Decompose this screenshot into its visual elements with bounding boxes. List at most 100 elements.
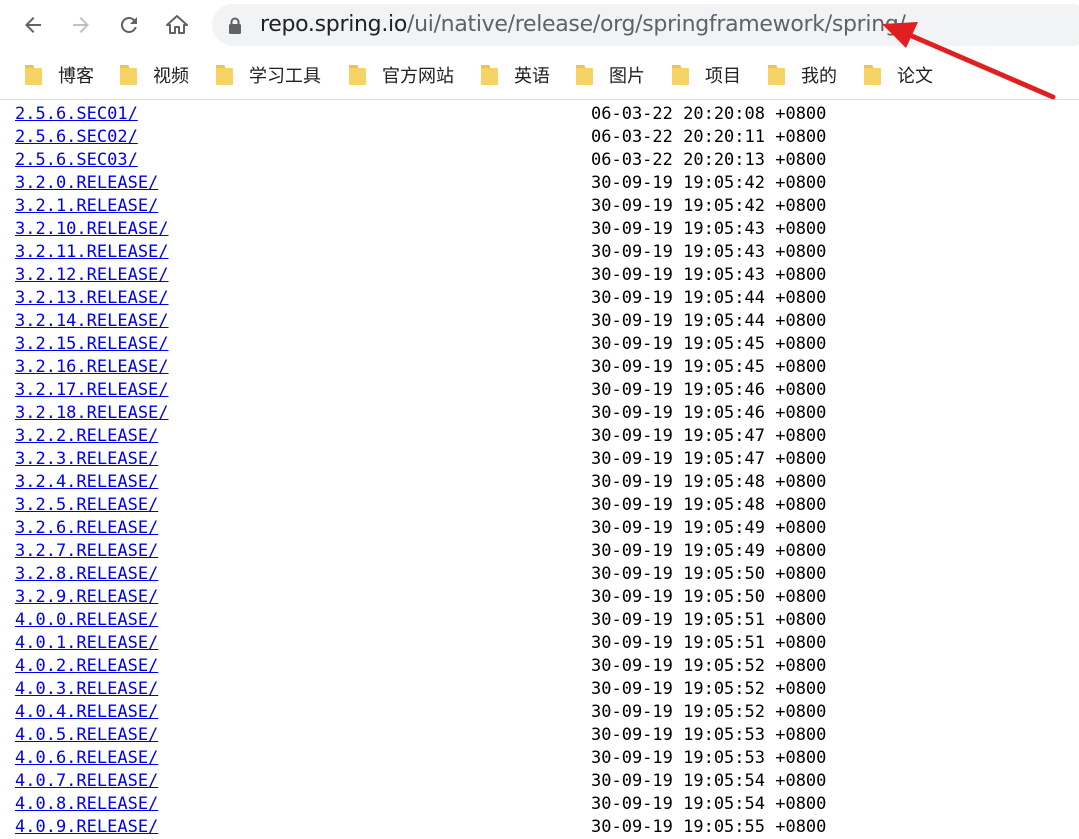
list-item: 4.0.3.RELEASE/30-09-19 19:05:52 +0800 — [15, 678, 1075, 701]
list-item: 4.0.2.RELEASE/30-09-19 19:05:52 +0800 — [15, 655, 1075, 678]
modified-date: 30-09-19 19:05:42 +0800 — [591, 173, 827, 193]
directory-link[interactable]: 3.2.5.RELEASE/ — [15, 495, 158, 515]
list-item: 2.5.6.SEC02/06-03-22 20:20:11 +0800 — [15, 126, 1075, 149]
bookmark-folder[interactable]: 项目 — [672, 61, 741, 89]
list-item: 4.0.0.RELEASE/30-09-19 19:05:51 +0800 — [15, 609, 1075, 632]
list-item: 3.2.17.RELEASE/30-09-19 19:05:46 +0800 — [15, 379, 1075, 402]
arrow-left-icon — [25, 17, 41, 33]
directory-link[interactable]: 4.0.9.RELEASE/ — [15, 817, 158, 837]
back-button[interactable] — [17, 9, 49, 41]
bookmark-folder[interactable]: 图片 — [576, 61, 645, 89]
bookmark-folder[interactable]: 学习工具 — [216, 61, 321, 89]
modified-date: 30-09-19 19:05:48 +0800 — [591, 472, 827, 492]
directory-link[interactable]: 4.0.3.RELEASE/ — [15, 679, 158, 699]
directory-link[interactable]: 3.2.1.RELEASE/ — [15, 196, 158, 216]
directory-link[interactable]: 3.2.3.RELEASE/ — [15, 449, 158, 469]
directory-link[interactable]: 3.2.7.RELEASE/ — [15, 541, 158, 561]
modified-date: 30-09-19 19:05:52 +0800 — [591, 679, 827, 699]
bookmark-folder[interactable]: 官方网站 — [349, 61, 454, 89]
directory-link[interactable]: 4.0.4.RELEASE/ — [15, 702, 158, 722]
list-item: 3.2.10.RELEASE/30-09-19 19:05:43 +0800 — [15, 218, 1075, 241]
list-item: 3.2.12.RELEASE/30-09-19 19:05:43 +0800 — [15, 264, 1075, 287]
modified-date: 30-09-19 19:05:43 +0800 — [591, 242, 827, 262]
bookmark-folder[interactable]: 我的 — [768, 61, 837, 89]
folder-icon — [672, 65, 689, 85]
bookmark-label: 官方网站 — [382, 66, 454, 87]
modified-date: 06-03-22 20:20:11 +0800 — [591, 127, 827, 147]
home-icon — [166, 15, 188, 34]
list-item: 2.5.6.SEC01/06-03-22 20:20:08 +0800 — [15, 103, 1075, 126]
modified-date: 30-09-19 19:05:48 +0800 — [591, 495, 827, 515]
directory-link[interactable]: 3.2.4.RELEASE/ — [15, 472, 158, 492]
directory-link[interactable]: 3.2.18.RELEASE/ — [15, 403, 169, 423]
url-host: repo.spring.io — [260, 12, 407, 37]
forward-button[interactable] — [65, 9, 97, 41]
directory-link[interactable]: 4.0.5.RELEASE/ — [15, 725, 158, 745]
list-item: 4.0.6.RELEASE/30-09-19 19:05:53 +0800 — [15, 747, 1075, 770]
directory-link[interactable]: 4.0.0.RELEASE/ — [15, 610, 158, 630]
modified-date: 30-09-19 19:05:43 +0800 — [591, 219, 827, 239]
modified-date: 30-09-19 19:05:46 +0800 — [591, 403, 827, 423]
directory-link[interactable]: 3.2.17.RELEASE/ — [15, 380, 169, 400]
folder-icon — [576, 65, 593, 85]
directory-link[interactable]: 4.0.2.RELEASE/ — [15, 656, 158, 676]
reload-button[interactable] — [113, 9, 145, 41]
directory-link[interactable]: 3.2.2.RELEASE/ — [15, 426, 158, 446]
directory-link[interactable]: 4.0.1.RELEASE/ — [15, 633, 158, 653]
directory-link[interactable]: 3.2.0.RELEASE/ — [15, 173, 158, 193]
address-bar[interactable]: repo.spring.io/ui/native/release/org/spr… — [212, 4, 1079, 46]
bookmark-folder[interactable]: 论文 — [864, 61, 933, 89]
reload-icon — [120, 16, 137, 33]
list-item: 4.0.7.RELEASE/30-09-19 19:05:54 +0800 — [15, 770, 1075, 793]
directory-link[interactable]: 3.2.13.RELEASE/ — [15, 288, 169, 308]
bookmark-folder[interactable]: 视频 — [120, 61, 189, 89]
bookmark-label: 项目 — [705, 66, 741, 87]
bookmark-label: 我的 — [801, 66, 837, 87]
list-item: 4.0.1.RELEASE/30-09-19 19:05:51 +0800 — [15, 632, 1075, 655]
directory-link[interactable]: 2.5.6.SEC03/ — [15, 150, 138, 170]
directory-link[interactable]: 3.2.12.RELEASE/ — [15, 265, 169, 285]
modified-date: 30-09-19 19:05:49 +0800 — [591, 541, 827, 561]
modified-date: 06-03-22 20:20:08 +0800 — [591, 104, 827, 124]
list-item: 4.0.9.RELEASE/30-09-19 19:05:55 +0800 — [15, 816, 1075, 839]
modified-date: 30-09-19 19:05:50 +0800 — [591, 564, 827, 584]
list-item: 3.2.7.RELEASE/30-09-19 19:05:49 +0800 — [15, 540, 1075, 563]
arrow-right-icon — [73, 17, 89, 33]
bookmarks-bar: 博客 视频 学习工具 官方网站 英语 图片 项目 我的 论文 — [0, 51, 1079, 100]
bookmark-label: 视频 — [153, 66, 189, 87]
bookmark-folder[interactable]: 英语 — [481, 61, 550, 89]
directory-link[interactable]: 3.2.10.RELEASE/ — [15, 219, 169, 239]
list-item: 3.2.3.RELEASE/30-09-19 19:05:47 +0800 — [15, 448, 1075, 471]
directory-link[interactable]: 2.5.6.SEC01/ — [15, 104, 138, 124]
browser-toolbar: repo.spring.io/ui/native/release/org/spr… — [0, 0, 1079, 51]
directory-link[interactable]: 3.2.9.RELEASE/ — [15, 587, 158, 607]
modified-date: 30-09-19 19:05:52 +0800 — [591, 702, 827, 722]
modified-date: 30-09-19 19:05:53 +0800 — [591, 748, 827, 768]
bookmark-label: 英语 — [514, 66, 550, 87]
directory-link[interactable]: 4.0.8.RELEASE/ — [15, 794, 158, 814]
folder-icon — [25, 65, 42, 85]
modified-date: 30-09-19 19:05:54 +0800 — [591, 771, 827, 791]
directory-listing: 2.5.6.SEC01/06-03-22 20:20:08 +0800 2.5.… — [15, 103, 1075, 839]
url-text: repo.spring.io/ui/native/release/org/spr… — [260, 12, 906, 38]
directory-link[interactable]: 4.0.6.RELEASE/ — [15, 748, 158, 768]
bookmark-label: 论文 — [897, 66, 933, 87]
modified-date: 30-09-19 19:05:51 +0800 — [591, 633, 827, 653]
list-item: 4.0.8.RELEASE/30-09-19 19:05:54 +0800 — [15, 793, 1075, 816]
bookmark-folder[interactable]: 博客 — [25, 61, 94, 89]
directory-link[interactable]: 3.2.16.RELEASE/ — [15, 357, 169, 377]
list-item: 4.0.4.RELEASE/30-09-19 19:05:52 +0800 — [15, 701, 1075, 724]
list-item: 3.2.5.RELEASE/30-09-19 19:05:48 +0800 — [15, 494, 1075, 517]
directory-link[interactable]: 3.2.14.RELEASE/ — [15, 311, 169, 331]
modified-date: 30-09-19 19:05:51 +0800 — [591, 610, 827, 630]
directory-link[interactable]: 3.2.11.RELEASE/ — [15, 242, 169, 262]
list-item: 4.0.5.RELEASE/30-09-19 19:05:53 +0800 — [15, 724, 1075, 747]
directory-link[interactable]: 2.5.6.SEC02/ — [15, 127, 138, 147]
directory-link[interactable]: 3.2.15.RELEASE/ — [15, 334, 169, 354]
directory-link[interactable]: 4.0.7.RELEASE/ — [15, 771, 158, 791]
home-button[interactable] — [161, 9, 193, 41]
modified-date: 30-09-19 19:05:43 +0800 — [591, 265, 827, 285]
folder-icon — [768, 65, 785, 85]
directory-link[interactable]: 3.2.6.RELEASE/ — [15, 518, 158, 538]
directory-link[interactable]: 3.2.8.RELEASE/ — [15, 564, 158, 584]
